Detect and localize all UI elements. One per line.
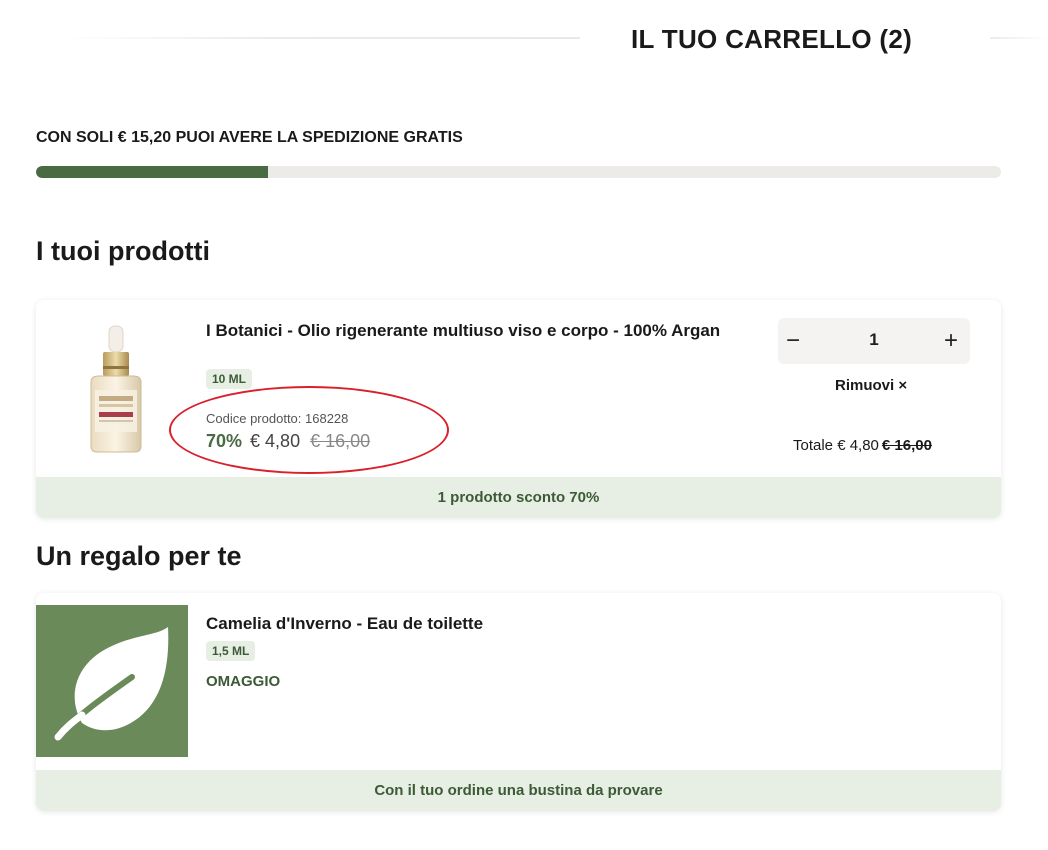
gift-footer: Con il tuo ordine una bustina da provare bbox=[36, 770, 1001, 811]
product-discount-footer: 1 prodotto sconto 70% bbox=[36, 477, 1001, 518]
quantity-stepper: − 1 + bbox=[778, 318, 970, 364]
products-section-title: I tuoi prodotti bbox=[36, 236, 210, 266]
gift-size-badge: 1,5 ML bbox=[206, 641, 256, 661]
quantity-value: 1 bbox=[869, 330, 879, 349]
leaf-icon bbox=[54, 627, 169, 741]
total-old-price: € 16,00 bbox=[881, 437, 932, 454]
cart-title: IL TUO CARRELLO (2) bbox=[631, 24, 913, 54]
gift-card: Camelia d'Inverno - Eau de toilette 1,5 … bbox=[36, 593, 1001, 811]
decrease-quantity-button[interactable]: − bbox=[778, 324, 808, 358]
gift-image bbox=[36, 605, 188, 757]
free-shipping-message: CON SOLI € 15,20 PUOI AVERE LA SPEDIZION… bbox=[36, 129, 463, 146]
increase-quantity-button[interactable]: + bbox=[936, 324, 966, 358]
remove-button[interactable]: Rimuovi × bbox=[835, 377, 907, 394]
gift-section-title: Un regalo per te bbox=[36, 541, 242, 571]
price-annotation-circle bbox=[169, 386, 449, 474]
total-price: Totale € 4,80 bbox=[793, 437, 879, 454]
serum-bottle-image bbox=[90, 325, 142, 453]
shipping-progress-bar bbox=[36, 166, 1001, 178]
header-divider-right bbox=[990, 37, 1048, 39]
product-card: I Botanici - Olio rigenerante multiuso v… bbox=[36, 300, 1001, 518]
product-total: Totale € 4,80 € 16,00 bbox=[793, 437, 932, 454]
product-size-badge: 10 ML bbox=[206, 369, 253, 389]
header-divider-left bbox=[60, 37, 580, 39]
product-name[interactable]: I Botanici - Olio rigenerante multiuso v… bbox=[206, 320, 746, 342]
gift-label: OMAGGIO bbox=[206, 673, 281, 690]
shipping-progress-fill bbox=[36, 166, 268, 178]
gift-name[interactable]: Camelia d'Inverno - Eau de toilette bbox=[206, 614, 483, 634]
